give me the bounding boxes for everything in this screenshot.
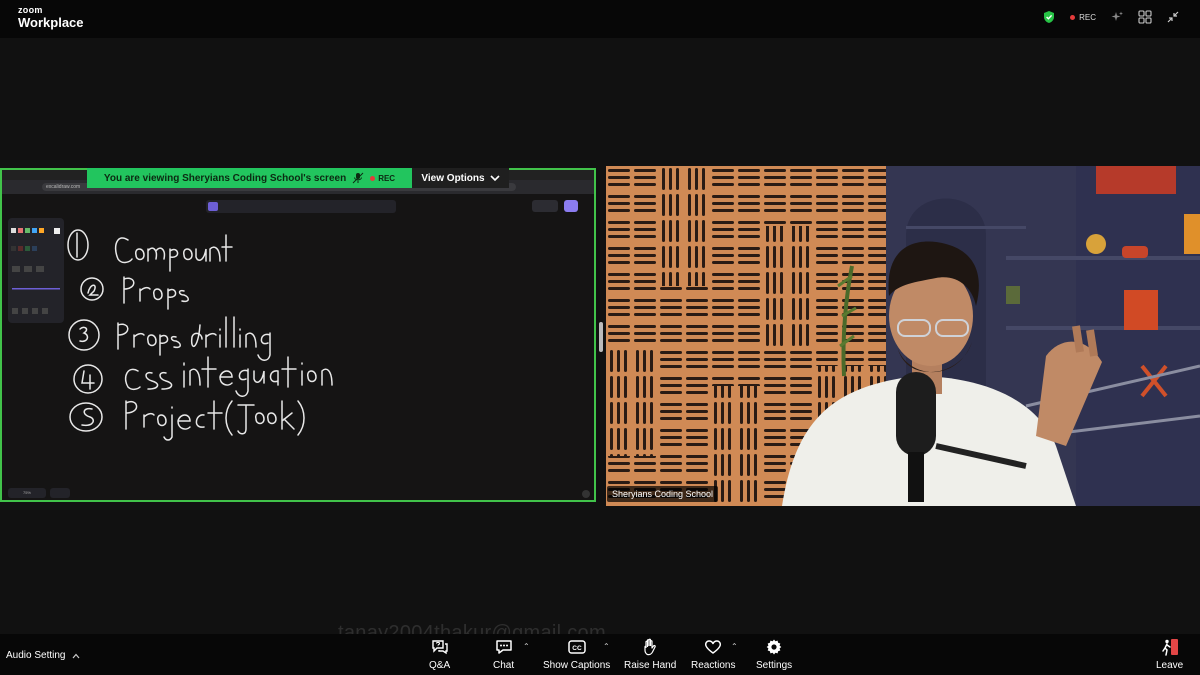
rec-label: REC xyxy=(1079,12,1096,22)
view-options-label: View Options xyxy=(421,172,485,184)
rec-dot-icon xyxy=(1070,14,1076,20)
shield-check-icon[interactable] xyxy=(1042,10,1056,24)
view-options-button[interactable]: View Options xyxy=(412,168,509,188)
reactions-label: Reactions xyxy=(691,660,736,671)
svg-text:CC: CC xyxy=(572,645,582,652)
excalidraw-undo xyxy=(50,488,70,498)
reactions-options-caret-icon[interactable]: ⌃ xyxy=(731,642,738,651)
brand-bottom: Workplace xyxy=(18,15,84,30)
viewing-banner: You are viewing Sheryians Coding School'… xyxy=(87,168,412,188)
chat-label: Chat xyxy=(493,660,515,671)
top-right-controls: REC xyxy=(1042,10,1180,24)
reactions-button[interactable]: Reactions xyxy=(691,637,735,671)
chat-button[interactable]: Chat xyxy=(493,637,514,671)
qa-label: Q&A xyxy=(429,660,451,671)
raise-hand-label: Raise Hand xyxy=(624,660,677,671)
excalidraw-toolbar xyxy=(206,200,396,213)
excalidraw-library-button xyxy=(532,200,558,212)
brand-top: zoom xyxy=(18,5,43,15)
chevron-up-icon xyxy=(72,653,79,658)
leave-button[interactable]: Leave xyxy=(1156,637,1183,671)
properties-swatches xyxy=(11,228,60,314)
participant-video[interactable] xyxy=(606,166,1200,506)
leave-door-icon xyxy=(1161,639,1178,656)
chat-options-caret-icon[interactable]: ⌃ xyxy=(523,642,530,651)
excalidraw-properties-panel xyxy=(8,218,64,323)
banner-rec-label: REC xyxy=(378,173,396,183)
excalidraw-help-icon xyxy=(582,490,590,498)
mic-muted-icon xyxy=(352,172,364,184)
settings-button[interactable]: Settings xyxy=(756,637,792,671)
raise-hand-button[interactable]: Raise Hand xyxy=(624,637,676,671)
raise-hand-icon xyxy=(644,638,656,656)
settings-label: Settings xyxy=(756,660,793,671)
top-bar: zoom Workplace REC xyxy=(0,0,1200,38)
bottom-toolbar: Audio Setting Q&A Chat ⌃ CC Show Caption… xyxy=(0,634,1200,675)
viewing-banner-text: You are viewing Sheryians Coding School'… xyxy=(103,172,347,184)
selected-tool-icon xyxy=(208,202,218,211)
banner-rec: REC xyxy=(370,174,395,183)
show-captions-button[interactable]: CC Show Captions xyxy=(543,637,610,671)
heart-icon xyxy=(705,640,722,654)
qa-icon xyxy=(431,640,448,655)
audio-setting-label: Audio Setting xyxy=(6,650,66,661)
banner-rec-dot-icon xyxy=(370,175,376,181)
gallery-view-icon[interactable] xyxy=(1138,10,1152,24)
chat-icon xyxy=(495,640,512,654)
exit-fullscreen-icon[interactable] xyxy=(1166,10,1180,24)
gear-icon xyxy=(766,639,782,655)
qa-button[interactable]: Q&A xyxy=(429,637,450,671)
audio-setting-button[interactable]: Audio Setting xyxy=(6,650,80,661)
split-resize-handle[interactable] xyxy=(599,322,603,352)
captions-options-caret-icon[interactable]: ⌃ xyxy=(603,642,610,651)
chevron-down-icon xyxy=(490,175,500,182)
participant-name-tag: Sheryians Coding School xyxy=(607,486,719,502)
sparkle-icon[interactable] xyxy=(1110,10,1124,24)
captions-icon: CC xyxy=(567,640,586,654)
recording-indicator[interactable]: REC xyxy=(1070,13,1096,22)
zoom-workplace-logo: zoom Workplace xyxy=(18,5,84,30)
show-captions-label: Show Captions xyxy=(543,660,611,671)
excalidraw-zoom: 75% xyxy=(8,488,46,498)
whiteboard-handwriting xyxy=(67,229,333,441)
excalidraw-share-button xyxy=(564,200,578,212)
leave-label: Leave xyxy=(1156,660,1184,671)
video-frame-image xyxy=(606,166,1200,506)
